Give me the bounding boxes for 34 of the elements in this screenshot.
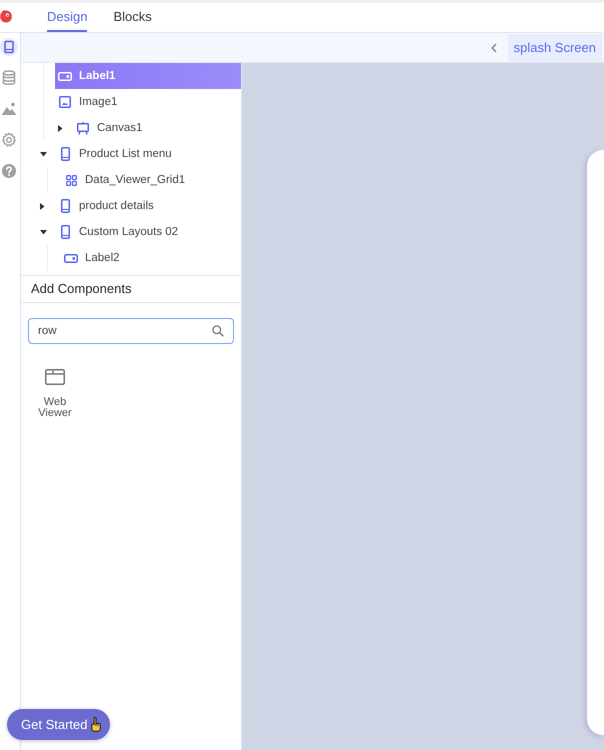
tree-item[interactable]: product details (37, 193, 241, 219)
phone-icon (60, 225, 70, 239)
caret-down-icon[interactable] (40, 152, 47, 156)
help-icon[interactable] (0, 162, 18, 180)
tab[interactable]: Blocks (113, 3, 152, 32)
phone-icon (60, 147, 70, 161)
section-title: Add Components (21, 276, 241, 303)
mountain-icon[interactable] (0, 100, 18, 118)
caret-right-icon[interactable] (40, 202, 45, 210)
text-box-icon (64, 254, 78, 262)
search-icon[interactable] (212, 325, 224, 337)
component-item[interactable]: Web Viewer (27, 367, 83, 419)
image-icon (59, 96, 71, 108)
text-box-icon (58, 72, 72, 80)
search-field[interactable]: row (28, 318, 234, 344)
phone-icon (60, 199, 70, 213)
tree-item[interactable]: Canvas1 (55, 115, 241, 141)
caret-down-icon[interactable] (40, 230, 47, 234)
tree-item[interactable]: Label2 (61, 245, 241, 271)
tree-item[interactable]: Custom Layouts 02 (37, 219, 241, 245)
browser-window-icon (45, 369, 65, 385)
pointing-hand-icon (91, 717, 102, 732)
grid-icon (66, 174, 76, 186)
settings-icon[interactable] (0, 131, 18, 149)
caret-right-icon[interactable] (58, 124, 63, 132)
database-icon[interactable] (0, 69, 18, 87)
tree-item[interactable]: Product List menu (37, 141, 241, 167)
screen-selector[interactable]: splash Screen (508, 34, 602, 62)
tree-item[interactable]: Data_Viewer_Grid1 (61, 167, 241, 193)
chevron-left-icon[interactable] (490, 42, 497, 52)
get-started-button[interactable]: Get Started (7, 709, 110, 740)
easel-icon (77, 122, 89, 134)
phone-icon[interactable] (0, 38, 18, 56)
tree-item[interactable]: Image1 (55, 89, 241, 115)
